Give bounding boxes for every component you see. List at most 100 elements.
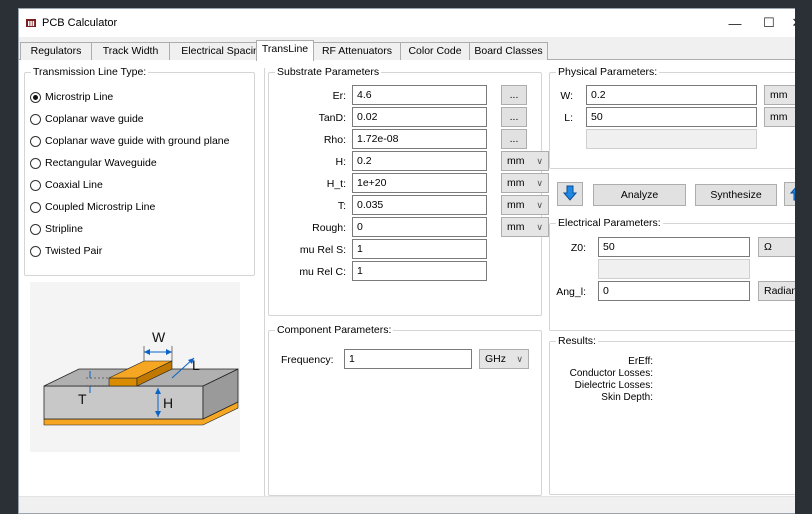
window-title: PCB Calculator bbox=[42, 17, 118, 29]
radio-dot[interactable] bbox=[30, 245, 41, 257]
radio-dot[interactable] bbox=[30, 157, 41, 169]
app-icon bbox=[26, 18, 36, 28]
tline-type-title: Transmission Line Type: bbox=[31, 66, 149, 78]
radio-label: Twisted Pair bbox=[45, 245, 103, 257]
er-browse-button[interactable]: ... bbox=[501, 85, 527, 105]
tand-label: TanD: bbox=[318, 112, 346, 124]
radio-label: Coplanar wave guide bbox=[45, 113, 144, 125]
radio-microstrip[interactable]: Microstrip Line bbox=[30, 91, 113, 103]
frequency-unit-select[interactable]: GHz ∨ bbox=[479, 349, 529, 369]
t-label: T: bbox=[337, 200, 346, 212]
radio-label: Coaxial Line bbox=[45, 179, 103, 191]
ht-unit-value: mm bbox=[507, 177, 525, 189]
rough-unit-select[interactable]: mm ∨ bbox=[501, 217, 549, 237]
tand-input[interactable]: 0.02 bbox=[352, 107, 487, 127]
rough-input[interactable]: 0 bbox=[352, 217, 487, 237]
frequency-input[interactable]: 1 bbox=[344, 349, 472, 369]
chevron-down-icon: ∨ bbox=[536, 156, 543, 166]
rough-label: Rough: bbox=[312, 222, 346, 234]
tab-color-code[interactable]: Color Code bbox=[400, 42, 470, 60]
ht-label: H_t: bbox=[326, 178, 346, 190]
electrical-group: Electrical Parameters: Z0: 50 Ω∨ Ang_l: … bbox=[549, 217, 811, 331]
radio-rect-waveguide[interactable]: Rectangular Waveguide bbox=[30, 157, 157, 169]
l-input[interactable]: 50 bbox=[586, 107, 757, 127]
chevron-down-icon: ∨ bbox=[516, 354, 523, 364]
tab-track-width[interactable]: Track Width bbox=[91, 42, 170, 60]
l-label: L: bbox=[564, 112, 573, 124]
murels-label: mu Rel S: bbox=[299, 244, 346, 256]
t-unit-value: mm bbox=[507, 199, 525, 211]
w-unit-value: mm bbox=[770, 89, 788, 101]
radio-dot[interactable] bbox=[30, 201, 41, 213]
tab-transline[interactable]: TransLine bbox=[256, 40, 314, 61]
frequency-unit-value: GHz bbox=[485, 353, 506, 365]
radio-coplanar-ground[interactable]: Coplanar wave guide with ground plane bbox=[30, 135, 229, 147]
title-bar: PCB Calculator — ☐ ✕ bbox=[19, 9, 811, 37]
analyze-button[interactable]: Analyze bbox=[593, 184, 686, 206]
chevron-down-icon: ∨ bbox=[536, 200, 543, 210]
radio-dot[interactable] bbox=[30, 179, 41, 191]
radio-dot[interactable] bbox=[30, 135, 41, 147]
h-input[interactable]: 0.2 bbox=[352, 151, 487, 171]
electrical-extra-field bbox=[598, 259, 750, 279]
t-unit-select[interactable]: mm ∨ bbox=[501, 195, 549, 215]
component-group: Component Parameters: Frequency: 1 GHz ∨ bbox=[268, 324, 542, 496]
diagram-label-l: L bbox=[192, 357, 200, 373]
radio-twisted-pair[interactable]: Twisted Pair bbox=[30, 245, 102, 257]
radio-label: Coplanar wave guide with ground plane bbox=[45, 135, 230, 147]
frequency-label: Frequency: bbox=[281, 354, 334, 366]
er-label: Er: bbox=[332, 90, 346, 102]
result-ereff-label: ErEff: bbox=[628, 356, 653, 367]
radio-coaxial[interactable]: Coaxial Line bbox=[30, 179, 103, 191]
transline-pane: Transmission Line Type: Microstrip Line … bbox=[19, 60, 811, 496]
tab-rf-attenuators[interactable]: RF Attenuators bbox=[313, 42, 401, 60]
radio-label: Coupled Microstrip Line bbox=[45, 201, 156, 213]
tand-browse-button[interactable]: ... bbox=[501, 107, 527, 127]
tab-bar: Regulators Track Width Electrical Spacin… bbox=[19, 40, 811, 61]
rho-browse-button[interactable]: ... bbox=[501, 129, 527, 149]
radio-stripline[interactable]: Stripline bbox=[30, 223, 83, 235]
murelc-input[interactable]: 1 bbox=[352, 261, 487, 281]
synthesize-button[interactable]: Synthesize bbox=[695, 184, 777, 206]
ht-unit-select[interactable]: mm ∨ bbox=[501, 173, 549, 193]
z0-unit-value: Ω bbox=[764, 241, 772, 253]
ang-unit-value: Radian bbox=[764, 285, 798, 297]
app-window: PCB Calculator — ☐ ✕ Regulators Track Wi… bbox=[18, 8, 812, 514]
radio-dot[interactable] bbox=[30, 113, 41, 125]
tab-regulators[interactable]: Regulators bbox=[20, 42, 92, 60]
radio-label: Rectangular Waveguide bbox=[45, 157, 157, 169]
physical-group: Physical Parameters: W: 0.2 mm∨ L: 50 mm… bbox=[549, 66, 811, 169]
radio-dot[interactable] bbox=[30, 91, 41, 103]
radio-dot[interactable] bbox=[30, 223, 41, 235]
er-input[interactable]: 4.6 bbox=[352, 85, 487, 105]
radio-coupled-microstrip[interactable]: Coupled Microstrip Line bbox=[30, 201, 155, 213]
l-unit-value: mm bbox=[770, 111, 788, 123]
result-dielectric-losses-label: Dielectric Losses: bbox=[574, 380, 653, 391]
arrow-down-icon bbox=[562, 185, 578, 201]
rho-input[interactable]: 1.72e-08 bbox=[352, 129, 487, 149]
chevron-down-icon: ∨ bbox=[536, 222, 543, 232]
radio-label: Microstrip Line bbox=[45, 91, 114, 103]
h-label: H: bbox=[335, 156, 347, 168]
radio-coplanar[interactable]: Coplanar wave guide bbox=[30, 113, 144, 125]
t-input[interactable]: 0.035 bbox=[352, 195, 487, 215]
ht-input[interactable]: 1e+20 bbox=[352, 173, 487, 193]
z0-label: Z0: bbox=[570, 242, 586, 254]
result-conductor-losses-label: Conductor Losses: bbox=[569, 368, 653, 379]
result-skin-depth-label: Skin Depth: bbox=[601, 392, 653, 403]
analyze-arrow-button[interactable] bbox=[557, 182, 583, 206]
ang-input[interactable]: 0 bbox=[598, 281, 750, 301]
status-bar bbox=[19, 496, 811, 513]
z0-input[interactable]: 50 bbox=[598, 237, 750, 257]
murels-input[interactable]: 1 bbox=[352, 239, 487, 259]
results-group: Results: ErEff: Conductor Losses: Dielec… bbox=[549, 335, 811, 495]
vertical-separator bbox=[264, 68, 265, 496]
electrical-title: Electrical Parameters: bbox=[556, 217, 663, 229]
tab-board-classes[interactable]: Board Classes bbox=[469, 42, 548, 60]
radio-label: Stripline bbox=[45, 223, 83, 235]
microstrip-diagram: W L T H bbox=[22, 282, 240, 452]
chevron-down-icon: ∨ bbox=[536, 178, 543, 188]
w-input[interactable]: 0.2 bbox=[586, 85, 757, 105]
h-unit-select[interactable]: mm ∨ bbox=[501, 151, 549, 171]
tline-type-group: Transmission Line Type: Microstrip Line … bbox=[24, 66, 255, 276]
